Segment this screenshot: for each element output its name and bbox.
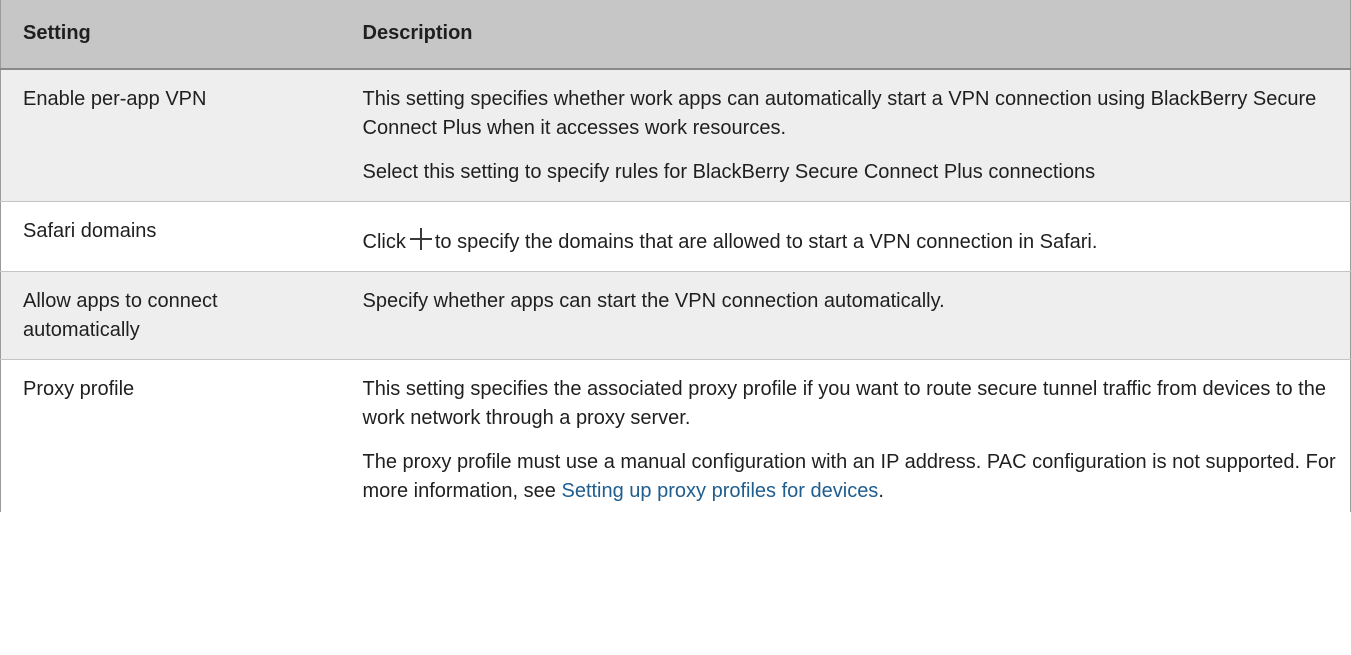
setting-description: Click to specify the domains that are all…: [342, 201, 1351, 272]
note-end: .: [878, 480, 884, 502]
table-row-proxy-profile: Proxy profile This setting specifies the…: [0, 359, 1351, 512]
description-paragraph: The proxy profile must use a manual conf…: [363, 448, 1345, 506]
settings-table: Setting Description Enable per-app VPN T…: [0, 0, 1351, 512]
table-row-allow-apps-to-connect: Allow apps to connect automatically Spec…: [0, 271, 1351, 360]
setting-description: This setting specifies whether work apps…: [342, 69, 1351, 202]
description-paragraph: Click to specify the domains that are all…: [363, 228, 1345, 257]
setting-name: Allow apps to connect automatically: [0, 271, 343, 360]
setting-description: Specify whether apps can start the VPN c…: [342, 271, 1351, 360]
description-paragraph: This setting specifies the associated pr…: [362, 378, 1326, 429]
setting-name: Proxy profile: [0, 359, 343, 512]
description-paragraph: Select this setting to specify rules for…: [362, 161, 1096, 183]
column-header-description: Description: [342, 0, 1351, 70]
description-text-before-icon: Click: [362, 231, 406, 253]
setting-description: This setting specifies the associated pr…: [342, 359, 1351, 512]
column-header-setting: Setting: [0, 0, 343, 70]
header-row: Setting Description: [0, 0, 1351, 70]
table-header: Setting Description: [0, 0, 1351, 70]
setting-name: Enable per-app VPN: [0, 69, 343, 202]
table-row-enable-per-app-vpn: Enable per-app VPN This setting specifie…: [0, 69, 1351, 202]
table-row-safari-domains: Safari domains Click to specify the domai…: [0, 201, 1351, 272]
plus-icon: [409, 228, 432, 250]
description-paragraph: This setting specifies whether work apps…: [362, 88, 1317, 139]
description-text-after-icon: to specify the domains that are allowed …: [434, 231, 1098, 253]
proxy-profiles-link[interactable]: Setting up proxy profiles for devices: [561, 480, 878, 502]
table-body: Enable per-app VPN This setting specifie…: [0, 69, 1351, 512]
setting-name: Safari domains: [0, 201, 343, 272]
description-paragraph: Specify whether apps can start the VPN c…: [362, 290, 945, 312]
